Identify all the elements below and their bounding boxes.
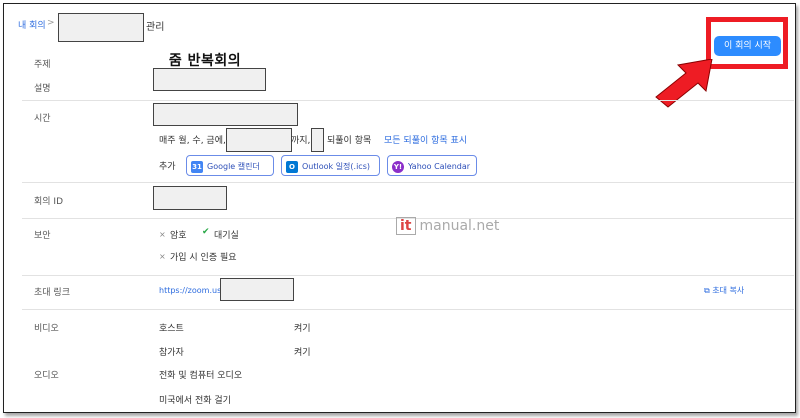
time-label: 시간 bbox=[34, 114, 51, 124]
redacted-description bbox=[153, 68, 266, 91]
google-calendar-icon: 31 bbox=[191, 160, 203, 173]
security-waiting-room: 대기실 bbox=[214, 231, 239, 241]
recurrence-until: 까지, bbox=[291, 136, 311, 146]
video-host-label: 호스트 bbox=[159, 324, 184, 334]
security-label: 보안 bbox=[34, 231, 51, 241]
redacted-invite-link bbox=[220, 278, 294, 301]
audio-option-dial-us: 미국에서 전화 걸기 bbox=[159, 396, 231, 406]
video-label: 비디오 bbox=[34, 324, 59, 334]
video-participant-value: 켜기 bbox=[294, 348, 311, 358]
redacted-count bbox=[311, 128, 324, 152]
meeting-id-label: 회의 ID bbox=[34, 197, 64, 207]
audio-label: 오디오 bbox=[34, 371, 59, 381]
invite-link-url[interactable]: https://zoom.us/j bbox=[159, 286, 226, 295]
divider bbox=[22, 275, 794, 276]
google-calendar-button[interactable]: 31 Google 캘린더 bbox=[186, 155, 274, 176]
google-calendar-label: Google 캘린더 bbox=[207, 162, 260, 171]
copy-invitation-button[interactable]: ⧉ 초대 복사 bbox=[704, 285, 744, 296]
divider bbox=[22, 309, 794, 310]
topic-label: 주제 bbox=[34, 60, 51, 70]
yahoo-calendar-button[interactable]: Y! Yahoo Calendar bbox=[387, 155, 477, 176]
description-label: 설명 bbox=[34, 84, 51, 94]
yahoo-icon: Y! bbox=[392, 160, 404, 173]
show-all-recurrences-link[interactable]: 모든 되풀이 항목 표시 bbox=[384, 133, 467, 146]
outlook-calendar-button[interactable]: O Outlook 일정(.ics) bbox=[281, 155, 380, 176]
highlight-box bbox=[706, 17, 788, 69]
breadcrumb-current: 관리 bbox=[146, 22, 165, 33]
redacted-time bbox=[153, 103, 298, 126]
video-host-value: 켜기 bbox=[294, 324, 311, 334]
redacted-end-date bbox=[226, 128, 292, 152]
security-auth-required: 가입 시 인증 필요 bbox=[170, 253, 237, 263]
redacted-meeting-id bbox=[153, 186, 227, 210]
add-to-calendar-label: 추가 bbox=[159, 162, 176, 172]
video-participant-label: 참가자 bbox=[159, 348, 184, 358]
watermark: it manual.net bbox=[396, 217, 499, 235]
redacted-meeting-name bbox=[58, 13, 144, 42]
divider bbox=[22, 182, 794, 183]
audio-option-computer-phone: 전화 및 컴퓨터 오디오 bbox=[159, 371, 243, 381]
breadcrumb-separator: > bbox=[47, 18, 55, 28]
recurrence-text: 매주 월, 수, 금에, bbox=[159, 136, 226, 146]
security-passcode: 암호 bbox=[170, 231, 187, 241]
invite-link-label: 초대 링크 bbox=[34, 288, 70, 298]
divider bbox=[22, 100, 794, 101]
red-arrow-icon bbox=[655, 59, 713, 108]
outlook-calendar-label: Outlook 일정(.ics) bbox=[302, 162, 370, 171]
yahoo-calendar-label: Yahoo Calendar bbox=[408, 162, 471, 171]
meeting-manage-page: 내 회의 > 관리 이 회의 시작 주제 줌 반복회의 설명 시간 매주 월, … bbox=[3, 3, 796, 413]
outlook-icon: O bbox=[286, 160, 298, 173]
x-icon: × bbox=[159, 252, 166, 261]
x-icon: × bbox=[159, 230, 166, 239]
check-icon: ✔ bbox=[202, 227, 210, 237]
breadcrumb-my-meetings[interactable]: 내 회의 bbox=[18, 18, 46, 31]
recurrence-suffix: 되풀이 항목 bbox=[327, 136, 372, 146]
